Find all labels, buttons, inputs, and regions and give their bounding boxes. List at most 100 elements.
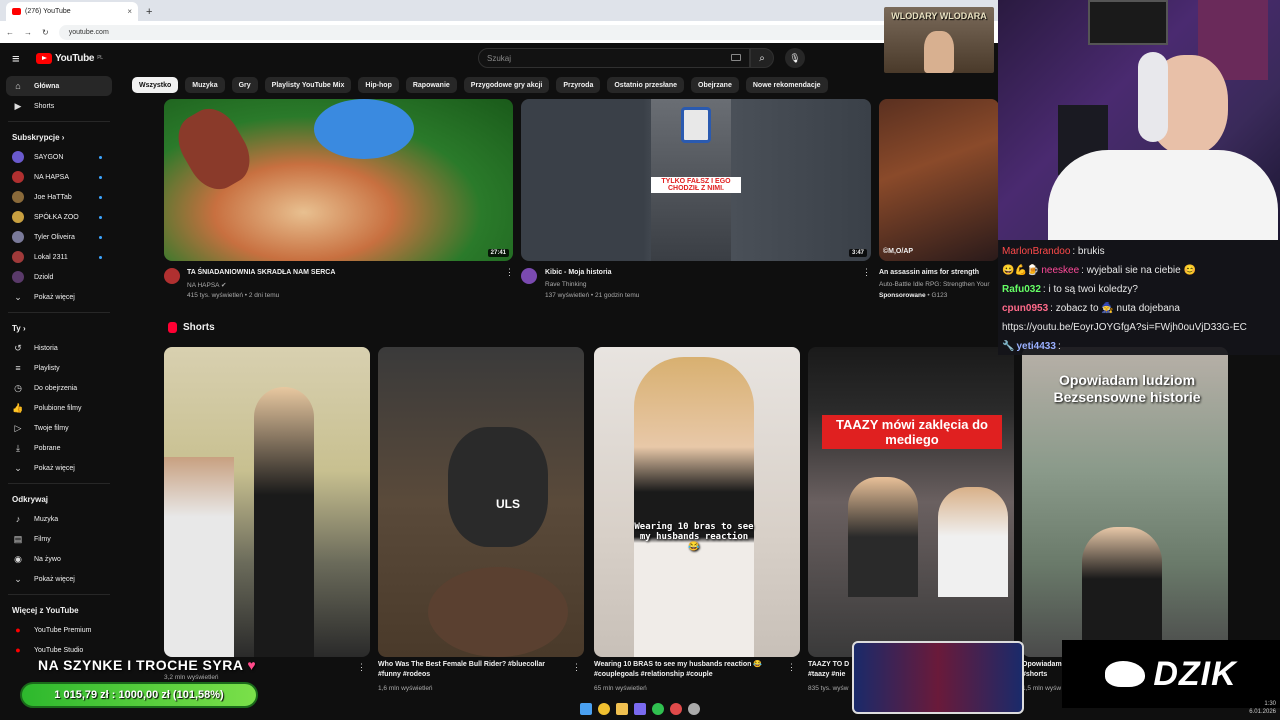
short-title[interactable]: TAAZY TO D #taazy #nie [808, 660, 852, 680]
sidebar-subscription[interactable]: Tyler Oliveira [0, 227, 118, 247]
heart-icon: ♥ [247, 657, 257, 673]
sidebar-item-label: Dziold [34, 273, 54, 281]
sidebar-subscription[interactable]: SAYGON [0, 147, 118, 167]
sidebar-section-header[interactable]: Więcej z YouTube [0, 600, 118, 620]
channel-avatar[interactable] [521, 268, 537, 284]
menu-icon[interactable]: ≡ [12, 51, 32, 66]
sidebar-item[interactable]: ↺ Historia [0, 338, 118, 358]
sidebar-subscription[interactable]: NA HAPSA [0, 167, 118, 187]
windows-start-icon[interactable] [580, 703, 592, 715]
sidebar-item-label: Tyler Oliveira [34, 233, 75, 241]
chip[interactable]: Muzyka [185, 77, 225, 93]
sidebar-item[interactable]: ▶ Shorts [0, 96, 118, 116]
short-thumbnail[interactable]: Wearing 10 bras to see my husbands react… [594, 347, 800, 657]
sidebar-item[interactable]: ⌄ Pokaż więcej [0, 287, 118, 307]
short-thumbnail[interactable]: TAAZY mówi zaklęcia do mediego [808, 347, 1014, 657]
sidebar-section-header[interactable]: Odkrywaj [0, 489, 118, 509]
sidebar-item[interactable]: ⌂ Główna [6, 76, 112, 96]
short-thumbnail[interactable]: ULS [378, 347, 584, 657]
short-meta: 65 mln wyświetleń [594, 685, 647, 692]
chip[interactable]: Rapowanie [405, 77, 457, 93]
short-title[interactable]: Who Was The Best Female Bull Rider? #blu… [378, 660, 568, 680]
youtube-play-icon [36, 52, 52, 64]
music-icon: ♪ [15, 514, 21, 524]
discord-icon[interactable] [634, 703, 646, 715]
brand-name: DZIK [1153, 654, 1237, 693]
more-options-icon[interactable]: ⋮ [862, 267, 871, 278]
sidebar-item[interactable]: 👍 Polubione filmy [0, 398, 118, 418]
chip[interactable]: Obejrzane [691, 77, 739, 93]
video-title[interactable]: Kibic - Moja historia [545, 269, 612, 276]
close-tab-icon[interactable]: × [127, 7, 132, 16]
ad-thumbnail[interactable]: ©M,O/AP [879, 99, 999, 261]
sidebar-item[interactable]: ♪ Muzyka [0, 509, 118, 529]
channel-avatar[interactable] [164, 268, 180, 284]
chip[interactable]: Przygodowe gry akcji [463, 77, 550, 93]
chip[interactable]: Hip-hop [358, 77, 399, 93]
sidebar-subscription[interactable]: Lokal 2311 [0, 247, 118, 267]
voice-search-button[interactable]: 🎙 [785, 48, 805, 68]
more-options-icon[interactable]: ⋮ [787, 662, 796, 673]
more-options-icon[interactable]: ⋮ [505, 267, 514, 278]
search-button[interactable]: ⌕ [750, 48, 774, 68]
video-title[interactable]: TA ŚNIADANIOWNIA SKRADŁA NAM SERCA [187, 269, 335, 276]
video-thumbnail[interactable]: 27:41 [164, 99, 513, 261]
search-input[interactable]: Szukaj [478, 48, 750, 68]
chip-bar: Wszystko Muzyka Gry Playlisty YouTube Mix Hi… [132, 77, 828, 93]
sidebar-item[interactable]: ≡ Playlisty [0, 358, 118, 378]
sidebar-section-header[interactable]: Subskrypcje › [0, 127, 118, 147]
chip[interactable]: Przyroda [556, 77, 601, 93]
video-thumbnail[interactable]: TYLKO FAŁSZ I EGO CHODZIŁ Z NIMI. 3:47 [521, 99, 871, 261]
more-options-icon[interactable]: ⋮ [572, 662, 581, 673]
keyboard-icon[interactable] [731, 54, 741, 61]
browser-tab-youtube[interactable]: (276) YouTube × [6, 2, 138, 21]
chip[interactable]: Ostatnio przesłane [607, 77, 684, 93]
short-thumbnail[interactable] [164, 347, 370, 657]
ad-title[interactable]: An assassin aims for strength [879, 269, 979, 276]
new-tab-button[interactable]: + [146, 6, 152, 18]
sidebar-item[interactable]: ⌄ Pokaż więcej [0, 458, 118, 478]
sidebar-item[interactable]: ◉ Na żywo [0, 549, 118, 569]
short-overlay-text: TAAZY mówi zaklęcia do mediego [822, 415, 1002, 449]
forward-icon[interactable]: → [24, 28, 32, 37]
short-overlay-text: Opowiadam ludziom Bezsensowne historie [1053, 372, 1201, 405]
clock-time: 1:30 [1264, 701, 1276, 707]
sponsor-name: • G123 [927, 292, 948, 299]
url-field[interactable]: youtube.com [58, 24, 919, 40]
reload-icon[interactable]: ↻ [42, 28, 49, 37]
channel-name[interactable]: NA HAPSA ✔ [187, 281, 226, 289]
chip[interactable]: Gry [231, 77, 258, 93]
sidebar-item[interactable]: ● YouTube Premium [0, 620, 118, 640]
chip[interactable]: Nowe rekomendacje [745, 77, 828, 93]
channel-name[interactable]: Rave Thinking [545, 281, 586, 288]
short-thumbnail[interactable]: Opowiadam ludziom Bezsensowne historie [1022, 347, 1228, 657]
sidebar-item-label: Joe HaTTab [34, 193, 72, 201]
chat-text: https://youtu.be/EoyrJOYGfgA?si=FWjh0ouV… [1002, 322, 1247, 333]
sidebar-section-header[interactable]: Ty › [0, 318, 118, 338]
sidebar-item[interactable]: ⤓ Pobrane [0, 438, 118, 458]
sidebar-item[interactable]: ⌄ Pokaż więcej [0, 569, 118, 589]
browser-icon[interactable] [670, 703, 682, 715]
sidebar-subscription[interactable]: Joe HaTTab [0, 187, 118, 207]
download-icon: ⤓ [16, 442, 20, 453]
youtube-logo[interactable]: YouTube PL [36, 52, 103, 64]
app-icon[interactable] [688, 703, 700, 715]
sidebar-item[interactable]: ▤ Filmy [0, 529, 118, 549]
back-icon[interactable]: ← [6, 28, 14, 37]
spotify-icon[interactable] [652, 703, 664, 715]
sidebar-subscription[interactable]: SPÓŁKA ZOO [0, 207, 118, 227]
sidebar-item[interactable]: ◷ Do obejrzenia [0, 378, 118, 398]
sidebar-item[interactable]: ▷ Twoje filmy [0, 418, 118, 438]
folder-icon[interactable] [616, 703, 628, 715]
chrome-icon[interactable] [598, 703, 610, 715]
sidebar-item-label: Lokal 2311 [34, 253, 68, 261]
short-title[interactable]: Wearing 10 BRAS to see my husbands react… [594, 660, 784, 680]
short-title[interactable]: Opowiadam #shorts [1022, 660, 1064, 680]
avatar [12, 271, 24, 283]
more-options-icon[interactable]: ⋮ [357, 662, 366, 673]
movies-icon: ▤ [13, 533, 23, 544]
new-content-dot [99, 215, 102, 219]
chip[interactable]: Playlisty YouTube Mix [264, 77, 352, 93]
sidebar-subscription[interactable]: Dziold [0, 267, 118, 287]
chip[interactable]: Wszystko [132, 77, 179, 93]
